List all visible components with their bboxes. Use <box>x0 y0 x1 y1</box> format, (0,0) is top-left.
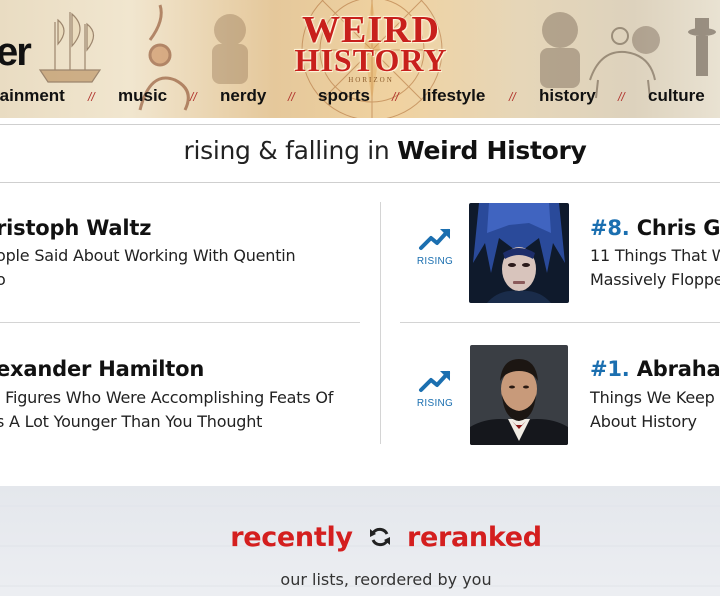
card-subtitle[interactable]: l Figures Who Were Accomplishing Feats O… <box>0 386 333 410</box>
card-subtitle[interactable]: s A Lot Younger Than You Thought <box>0 410 262 434</box>
section-title-prefix: rising & falling in <box>183 136 390 165</box>
card-subtitle[interactable]: ople Said About Working With Quentin <box>0 244 296 268</box>
nav-item-lifestyle[interactable]: lifestyle <box>422 86 485 106</box>
portrait-image <box>470 345 568 445</box>
nav-item-nerdy[interactable]: nerdy <box>220 86 266 106</box>
card-title[interactable]: ristoph Waltz <box>0 216 151 240</box>
card-title-text: Abrahar <box>636 357 720 381</box>
trend-indicator: RISING <box>408 368 462 409</box>
nav-separator: // <box>88 90 95 104</box>
rank-number: #8. <box>590 216 630 240</box>
nav-item-music[interactable]: music <box>118 86 167 106</box>
card-subtitle[interactable]: o <box>0 268 6 292</box>
section-title: rising & falling in Weird History <box>0 136 720 165</box>
reranked-word-2: reranked <box>406 522 542 553</box>
trend-indicator: RISING <box>408 226 462 267</box>
card-title[interactable]: #8. Chris Ga <box>590 216 720 240</box>
site-logo-fragment[interactable]: er <box>0 30 32 75</box>
section-title-strong: Weird History <box>397 136 587 165</box>
nav-item-sports[interactable]: sports <box>318 86 370 106</box>
card-thumbnail[interactable] <box>470 345 568 445</box>
trend-up-icon <box>419 371 450 392</box>
logo-subtext: HORIZON <box>348 76 394 84</box>
refresh-cycle-icon <box>368 525 392 556</box>
logo-line-2: HISTORY <box>294 42 448 78</box>
rank-number: #1. <box>590 357 630 381</box>
nav-separator: // <box>288 90 295 104</box>
nav-item-culture[interactable]: culture <box>648 86 705 106</box>
column-divider <box>380 202 381 444</box>
nav-separator: // <box>618 90 625 104</box>
card-title[interactable]: exander Hamilton <box>0 357 204 381</box>
reranked-subtitle: our lists, reordered by you <box>280 570 492 589</box>
portrait-image <box>469 203 569 303</box>
nav-item-entertainment[interactable]: tainment <box>0 86 65 106</box>
weird-history-logo[interactable]: WEIRD HISTORY HORIZON <box>258 2 484 86</box>
header-rule <box>0 124 720 125</box>
nav-separator: // <box>392 90 399 104</box>
card-divider <box>400 322 720 323</box>
trend-up-icon <box>419 229 450 250</box>
reranked-word-1: recently <box>230 522 353 553</box>
card-divider <box>0 322 360 323</box>
category-nav: tainment // music // nerdy // sports // … <box>0 84 720 110</box>
nav-separator: // <box>190 90 197 104</box>
section-rule <box>0 182 720 183</box>
card-subtitle[interactable]: About History <box>590 410 697 434</box>
nav-separator: // <box>509 90 516 104</box>
card-thumbnail[interactable] <box>469 203 569 303</box>
card-subtitle[interactable]: 11 Things That W <box>590 244 720 268</box>
card-subtitle[interactable]: Things We Keep <box>590 386 715 410</box>
nav-item-history[interactable]: history <box>539 86 596 106</box>
header-banner: er WEIRD HISTORY HORIZON tainment // mus… <box>0 0 720 118</box>
card-subtitle[interactable]: Massively Floppe <box>590 268 720 292</box>
card-title[interactable]: #1. Abrahar <box>590 357 720 381</box>
reranked-heading: recently reranked <box>0 522 720 556</box>
trend-label: RISING <box>416 398 454 409</box>
trend-label: RISING <box>416 256 454 267</box>
card-title-text: Chris Ga <box>636 216 720 240</box>
